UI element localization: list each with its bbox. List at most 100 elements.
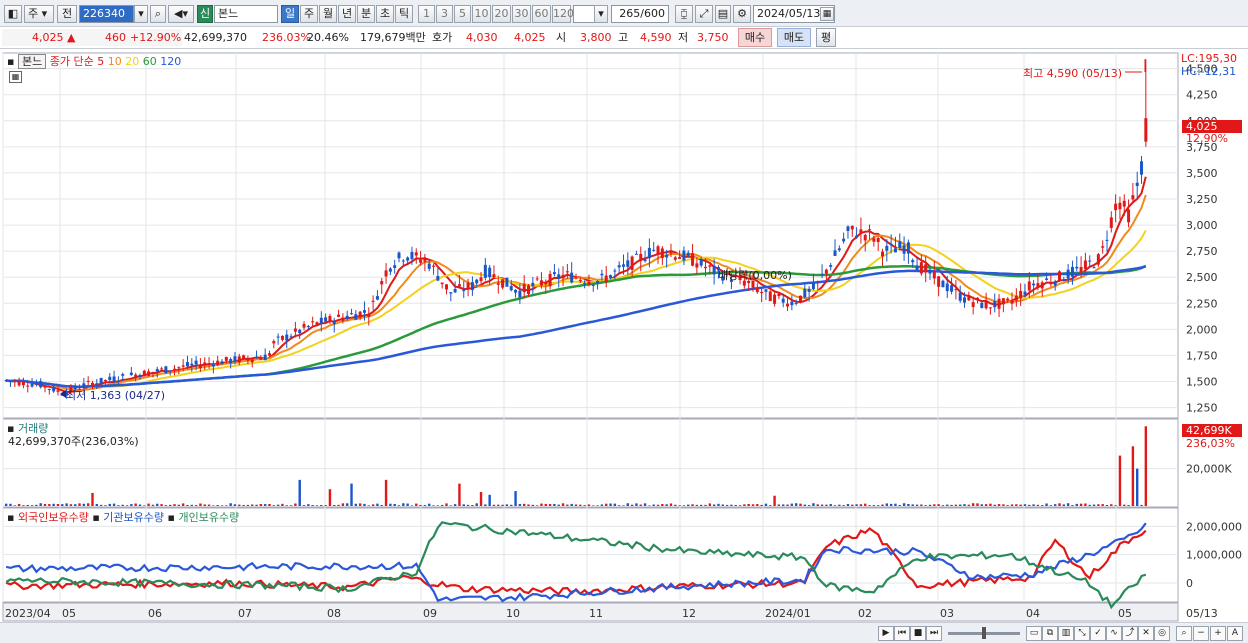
lc-label: LC:195,30 <box>1181 52 1238 65</box>
candle-body <box>168 370 172 372</box>
shape-tool-icon[interactable]: ◎ <box>1154 626 1170 641</box>
candle-body <box>86 380 90 382</box>
gear-icon[interactable]: ⚙ <box>733 5 751 23</box>
candle-body <box>95 383 99 385</box>
cross-tool-icon[interactable]: ✕ <box>1138 626 1154 641</box>
candle-body <box>518 290 522 298</box>
chart-area[interactable]: 4,5004,2504,0003,7503,5003,2503,0002,750… <box>0 50 1248 622</box>
candle-body <box>475 279 479 284</box>
chevron-down-icon[interactable]: ▾ <box>134 5 148 23</box>
candle-icon[interactable]: ⧮ <box>675 5 693 23</box>
volume-bar <box>440 504 444 506</box>
candle-body <box>583 283 587 285</box>
stock-name-field[interactable]: 본느 <box>214 5 278 23</box>
volume-bar <box>238 504 241 506</box>
volume-bar <box>687 504 690 506</box>
volume-bar <box>203 504 206 506</box>
time-axis-label: 05 <box>1118 607 1132 620</box>
layout-icon[interactable]: ▭ <box>1026 626 1042 641</box>
speaker-icon[interactable]: ◀▾ <box>168 5 194 23</box>
chart-canvas[interactable]: 4,5004,2504,0003,7503,5003,2503,0002,750… <box>0 50 1248 622</box>
time-axis-label: 02 <box>858 607 872 620</box>
volume-bar <box>1041 505 1044 506</box>
candle-body <box>496 283 500 285</box>
slider-handle[interactable] <box>982 627 986 639</box>
rewind-icon[interactable]: ⏮ <box>894 626 910 641</box>
candle-body <box>483 264 487 278</box>
count-field[interactable]: 265/600 <box>611 5 669 23</box>
interval-5-button[interactable]: 5 <box>454 5 471 23</box>
holdings-legend: ▪ 외국인보유수량 ▪ 기관보유수량 ▪ 개인보유수량 <box>7 509 239 525</box>
candle-body <box>311 321 315 323</box>
zoom-out-icon[interactable]: − <box>1193 626 1209 641</box>
candle-body <box>1066 269 1070 279</box>
candle-body <box>600 273 604 276</box>
calendar-icon[interactable]: ▦ <box>820 7 834 21</box>
volume-bar <box>406 503 409 506</box>
series-name[interactable]: 본느 <box>17 54 47 69</box>
period-minute-button[interactable]: 분 <box>357 5 375 23</box>
price-legend: ▪ 본느 종가 단순 5 10 20 60 120 <box>7 53 181 69</box>
expand-icon[interactable]: ⤢ <box>695 5 713 23</box>
all-button[interactable]: 전 <box>57 5 77 23</box>
stop-icon[interactable]: ■ <box>910 626 926 641</box>
volume-axis-label: 20,000K <box>1186 463 1232 476</box>
volume-bar <box>1136 468 1139 506</box>
volume-bar <box>682 505 686 506</box>
volume-bar <box>1010 504 1014 506</box>
interval-60-button[interactable]: 60 <box>532 5 551 23</box>
split-icon[interactable]: ▥ <box>1058 626 1074 641</box>
candle-body <box>548 273 552 287</box>
interval-120-button[interactable]: 120 <box>552 5 574 23</box>
buy-button[interactable]: 매수 <box>738 28 772 47</box>
magnify-icon[interactable]: ⌕ <box>1176 626 1192 641</box>
zoom-in-icon[interactable]: + <box>1210 626 1226 641</box>
volume-bar <box>30 505 34 506</box>
period-month-button[interactable]: 월 <box>319 5 337 23</box>
candle-body <box>1049 283 1053 285</box>
copy-icon[interactable]: ⧉ <box>1042 626 1058 641</box>
candle-body <box>626 260 630 267</box>
candle-body <box>997 298 1001 309</box>
trend-tool-icon[interactable]: ∿ <box>1106 626 1122 641</box>
window-icon[interactable]: ◧ <box>4 5 22 23</box>
volume-bar <box>17 504 21 506</box>
sell-button[interactable]: 매도 <box>777 28 811 47</box>
play-icon[interactable]: ▶ <box>878 626 894 641</box>
interval-3-button[interactable]: 3 <box>436 5 453 23</box>
interval-10-button[interactable]: 10 <box>472 5 491 23</box>
fast-forward-icon[interactable]: ⏭ <box>926 626 942 641</box>
market-select[interactable]: 주 ▾ <box>24 5 54 23</box>
candle-body <box>306 326 310 328</box>
period-week-button[interactable]: 주 <box>300 5 318 23</box>
period-day-button[interactable]: 일 <box>281 5 299 23</box>
candle-body <box>125 378 129 380</box>
grid-toggle-icon[interactable]: ▦ <box>9 71 22 83</box>
arrow-tool-icon[interactable]: ⤡ <box>1074 626 1090 641</box>
candle-body <box>1144 118 1148 142</box>
interval-20-button[interactable]: 20 <box>492 5 511 23</box>
volume-bar <box>656 504 660 506</box>
font-size-icon[interactable]: A <box>1227 626 1243 641</box>
candle-body <box>691 253 695 266</box>
period-tick-button[interactable]: 틱 <box>395 5 413 23</box>
eval-button[interactable]: 평 <box>816 28 836 47</box>
candle-body <box>885 245 889 251</box>
candle-body <box>449 292 453 294</box>
chevron-down-icon[interactable]: ▾ <box>594 5 608 23</box>
volume-bar <box>276 504 280 506</box>
save-icon[interactable]: ▤ <box>715 5 731 23</box>
pattern-tool-icon[interactable]: ⤴ <box>1122 626 1138 641</box>
check-tool-icon[interactable]: ✓ <box>1090 626 1106 641</box>
period-second-button[interactable]: 초 <box>376 5 394 23</box>
stock-code-input[interactable]: 226340 <box>79 5 134 23</box>
candle-body <box>837 248 841 251</box>
interval-30-button[interactable]: 30 <box>512 5 531 23</box>
candle-body <box>302 323 306 328</box>
volume-bar <box>557 504 560 506</box>
period-year-button[interactable]: 년 <box>338 5 356 23</box>
volume-bar <box>492 504 496 506</box>
interval-1-button[interactable]: 1 <box>418 5 435 23</box>
search-icon[interactable]: ⌕ <box>150 5 166 23</box>
volume-bar <box>1015 504 1018 506</box>
